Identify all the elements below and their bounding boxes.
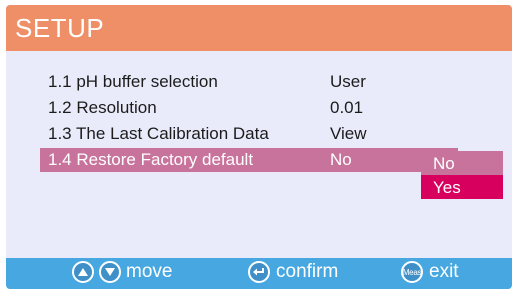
- confirm-hint-label: confirm: [276, 261, 339, 282]
- meas-key-label: Meas: [402, 267, 422, 277]
- meas-key-icon[interactable]: Meas: [401, 261, 423, 283]
- menu-item-resolution[interactable]: 1.2 Resolution 0.01: [40, 96, 458, 120]
- menu-item-value: 0.01: [330, 98, 364, 117]
- option-dropdown: No Yes: [421, 151, 503, 199]
- page-title: SETUP: [15, 13, 105, 43]
- dropdown-option-label: Yes: [433, 178, 461, 197]
- down-arrow-icon[interactable]: [99, 261, 121, 283]
- menu-item-last-calibration[interactable]: 1.3 The Last Calibration Data View: [40, 122, 458, 146]
- up-arrow-icon[interactable]: [72, 261, 94, 283]
- footer-bar: move confirm Meas exit: [6, 258, 512, 289]
- menu-item-label: 1.3 The Last Calibration Data: [48, 124, 269, 143]
- menu-item-value: User: [330, 72, 366, 91]
- menu-item-label: 1.2 Resolution: [48, 98, 157, 117]
- menu-item-value: View: [330, 124, 367, 143]
- dropdown-option-yes[interactable]: Yes: [421, 175, 503, 199]
- dropdown-option-no[interactable]: No: [421, 151, 503, 175]
- meter-screen: SETUP 1.1 pH buffer selection User 1.2 R…: [0, 0, 518, 297]
- menu-item-label: 1.4 Restore Factory default: [48, 150, 254, 169]
- dropdown-option-label: No: [433, 154, 455, 173]
- enter-icon[interactable]: [248, 261, 270, 283]
- menu-item-ph-buffer[interactable]: 1.1 pH buffer selection User: [40, 70, 458, 94]
- display-frame: SETUP 1.1 pH buffer selection User 1.2 R…: [6, 5, 512, 289]
- menu-item-value: No: [330, 150, 352, 169]
- setup-menu: 1.1 pH buffer selection User 1.2 Resolut…: [6, 51, 512, 253]
- menu-item-restore-factory[interactable]: 1.4 Restore Factory default No: [40, 148, 458, 172]
- exit-hint-label: exit: [429, 261, 459, 282]
- move-hint-label: move: [126, 261, 173, 282]
- menu-item-label: 1.1 pH buffer selection: [48, 72, 218, 91]
- header-bar: SETUP: [6, 5, 512, 51]
